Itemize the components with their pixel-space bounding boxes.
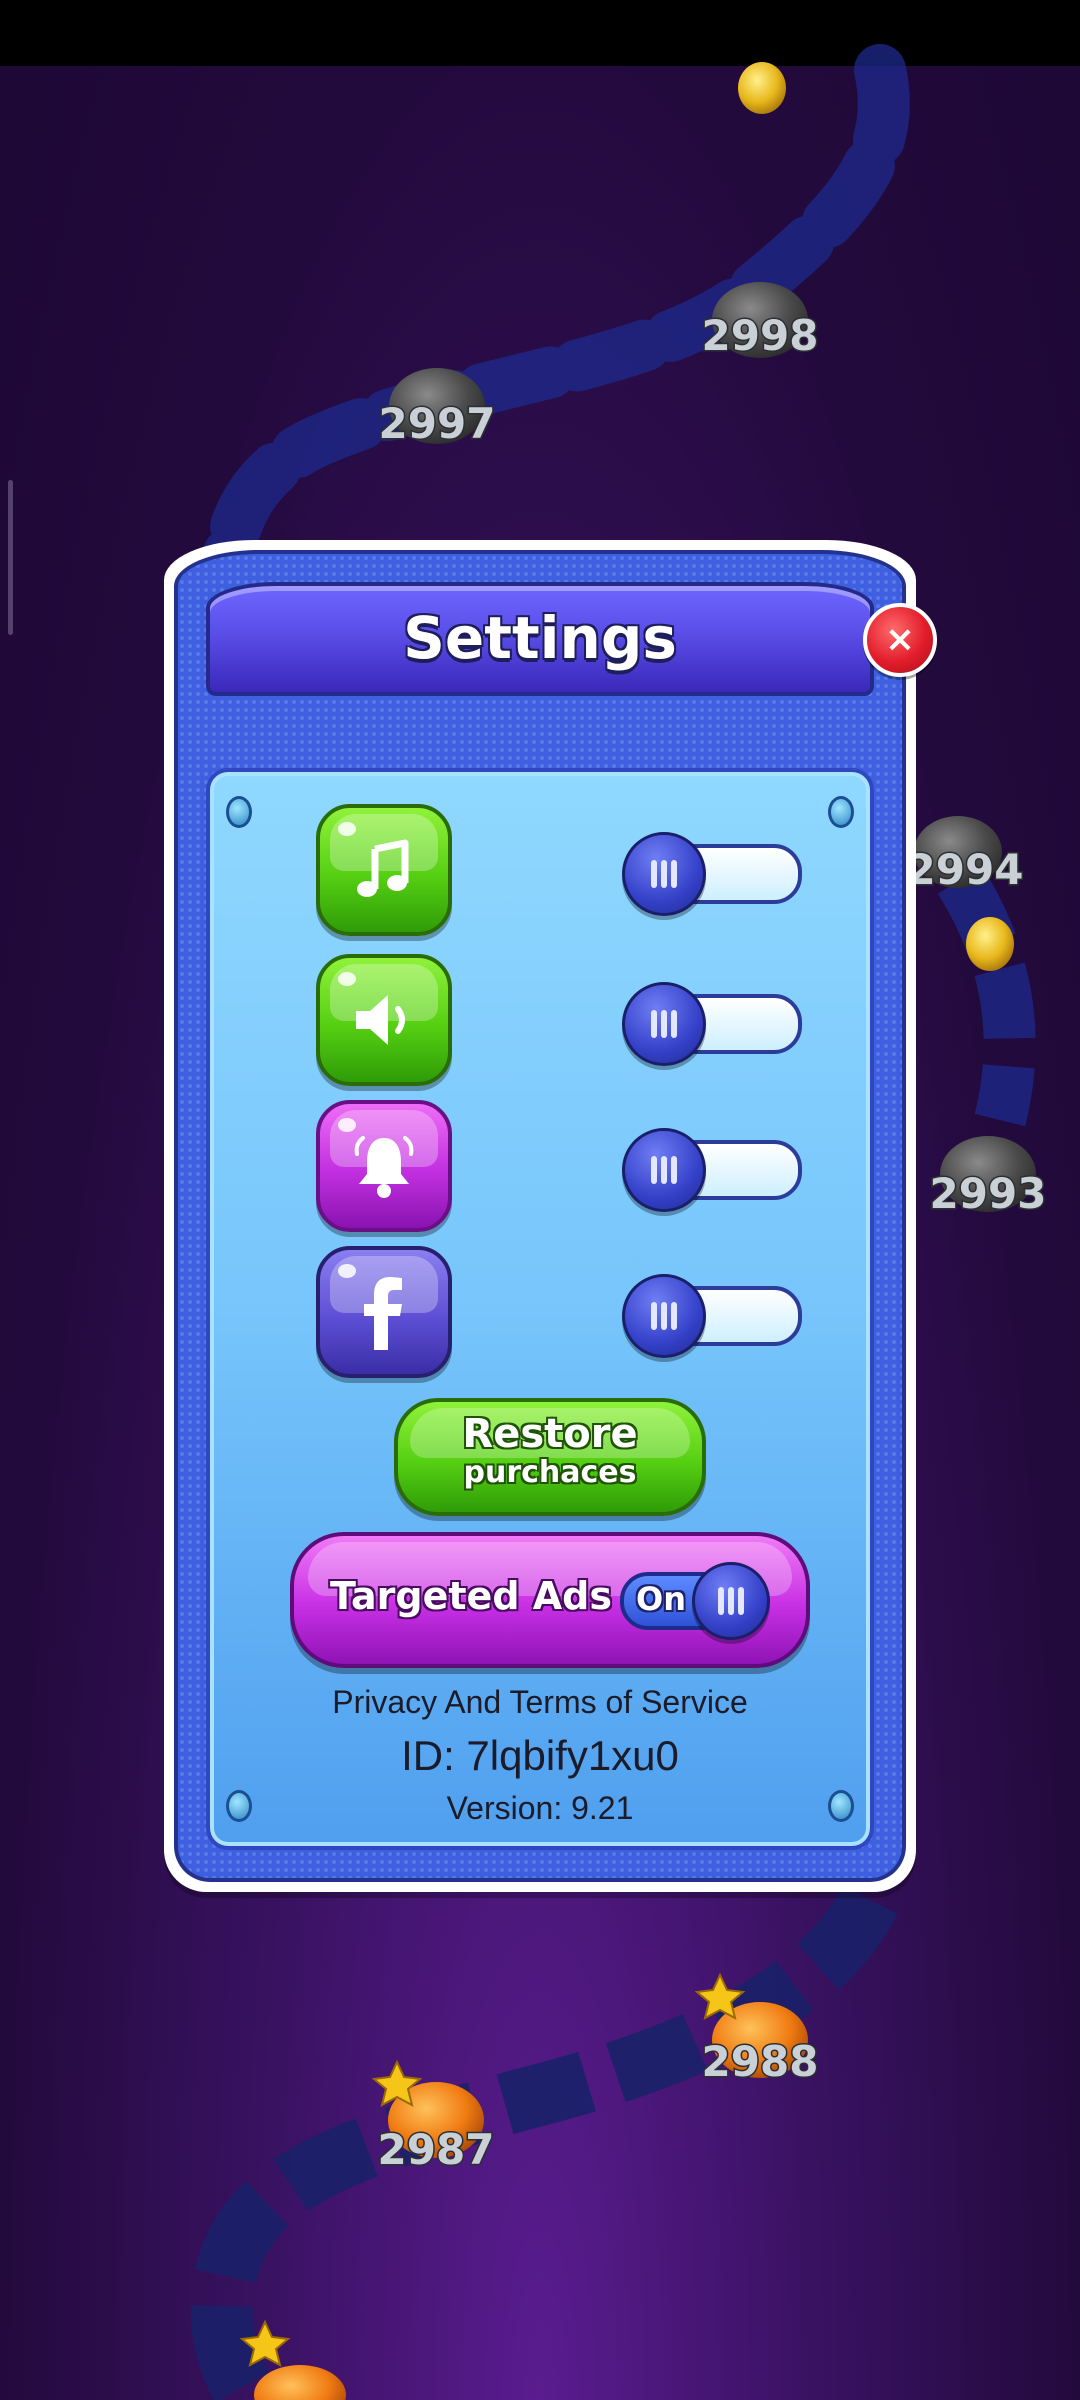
coin-icon xyxy=(738,62,786,114)
speaker-icon xyxy=(356,995,405,1045)
level-node-2994: 2994 xyxy=(905,816,1025,896)
targeted-ads-toggle[interactable]: On xyxy=(620,1562,770,1640)
settings-content: Restore purchaces Targeted Ads On Privac… xyxy=(206,768,874,1850)
music-setting-row xyxy=(210,804,870,936)
notifications-button[interactable] xyxy=(316,1100,452,1232)
level-label: 2997 xyxy=(379,399,496,448)
toggle-knob[interactable] xyxy=(622,832,706,916)
level-label: 2993 xyxy=(930,1169,1047,1218)
restore-purchases-button[interactable]: Restore purchaces xyxy=(394,1398,706,1516)
bell-icon xyxy=(354,1136,414,1198)
title-banner: Settings xyxy=(206,582,874,696)
level-label: 2994 xyxy=(907,845,1024,894)
music-toggle[interactable] xyxy=(622,832,802,916)
map-path-right xyxy=(937,866,1036,1127)
scroll-indicator[interactable] xyxy=(8,480,13,635)
level-node-2993: 2993 xyxy=(928,1136,1048,1220)
sound-setting-row xyxy=(210,954,870,1086)
sound-toggle[interactable] xyxy=(622,982,802,1066)
facebook-toggle[interactable] xyxy=(622,1274,802,1358)
notifications-setting-row xyxy=(210,1100,870,1232)
close-icon: × xyxy=(884,619,916,660)
targeted-ads-button[interactable]: Targeted Ads On xyxy=(290,1532,810,1668)
level-label: 2998 xyxy=(702,311,819,360)
music-note-icon xyxy=(357,839,409,897)
close-button[interactable]: × xyxy=(863,603,937,677)
version-label: Version: 9.21 xyxy=(446,1790,634,1826)
targeted-ads-label: Targeted Ads xyxy=(330,1574,612,1618)
toggle-knob[interactable] xyxy=(622,1274,706,1358)
notifications-toggle[interactable] xyxy=(622,1128,802,1212)
restore-sublabel: purchaces xyxy=(463,1455,637,1490)
sound-button[interactable] xyxy=(316,954,452,1086)
settings-dialog: Settings Restore purchaces Targeted Ads … xyxy=(164,540,937,1892)
toggle-knob[interactable] xyxy=(622,1128,706,1212)
level-label: 2987 xyxy=(378,2125,495,2174)
coin-icon xyxy=(966,917,1014,971)
level-node-2987: 2987 xyxy=(371,2059,496,2176)
level-label: 2988 xyxy=(702,2037,819,2086)
restore-label: Restore xyxy=(462,1411,638,1457)
player-id: ID: 7lqbify1xu0 xyxy=(401,1732,679,1779)
facebook-setting-row xyxy=(210,1246,870,1378)
dialog-title: Settings xyxy=(403,604,677,672)
facebook-button[interactable] xyxy=(316,1246,452,1378)
toggle-knob[interactable] xyxy=(692,1562,770,1640)
facebook-icon xyxy=(364,1277,402,1350)
music-button[interactable] xyxy=(316,804,452,936)
toggle-state-label: On xyxy=(636,1580,686,1618)
level-node-partial xyxy=(239,2319,346,2400)
privacy-terms-link[interactable]: Privacy And Terms of Service xyxy=(210,1684,870,1721)
map-path-lower xyxy=(190,1885,898,2400)
settings-panel: Settings Restore purchaces Targeted Ads … xyxy=(174,550,906,1882)
toggle-knob[interactable] xyxy=(622,982,706,1066)
